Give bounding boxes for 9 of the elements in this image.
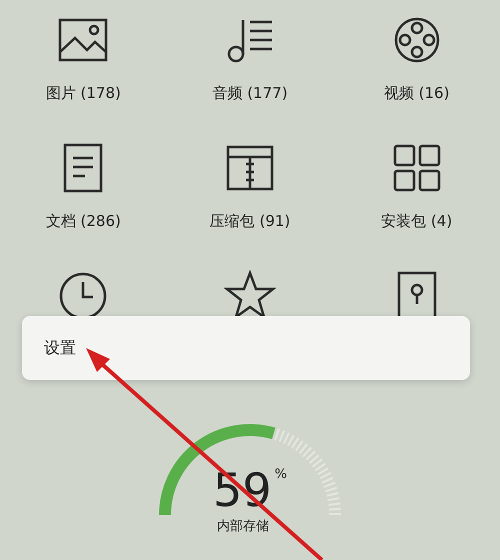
category-label[interactable]: 压缩包 (91) (210, 212, 290, 231)
category-label[interactable]: 音频 (177) (212, 84, 288, 103)
percent-sign: % (274, 467, 287, 482)
category-label[interactable]: 图片 (178) (46, 84, 121, 103)
category-label[interactable]: 安装包 (4) (381, 212, 452, 231)
category-label[interactable]: 文档 (286) (46, 212, 121, 231)
storage-label: 内部存储 (217, 518, 269, 535)
settings-menu-item[interactable]: 设置 (44, 338, 76, 358)
category-label[interactable]: 视频 (16) (384, 84, 450, 103)
